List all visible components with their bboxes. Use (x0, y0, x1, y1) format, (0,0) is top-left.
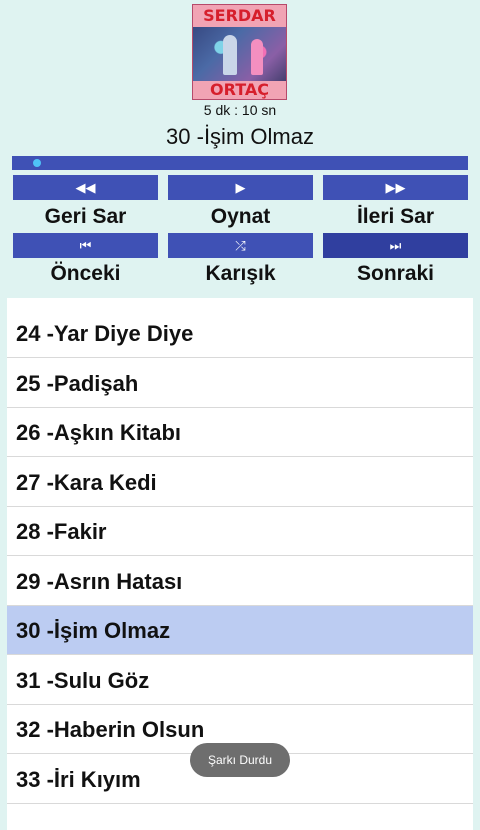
playlist-row[interactable]: 24 -Yar Diye Diye (7, 309, 473, 358)
album-cover: SERDAR ORTAÇ (192, 4, 287, 100)
playlist-row-label: 29 -Asrın Hatası (16, 569, 183, 594)
player-header: SERDAR ORTAÇ 5 dk : 10 sn 30 -İşim Olmaz… (0, 0, 480, 298)
play-icon: ▶ (235, 179, 246, 195)
play-button[interactable]: ▶ (168, 175, 313, 200)
skip-previous-icon: ⏮ (79, 237, 92, 253)
now-playing-title: 30 -İşim Olmaz (166, 124, 314, 149)
playlist-row-label: 26 -Aşkın Kitabı (16, 420, 182, 445)
playlist-row-label: 32 -Haberin Olsun (16, 717, 205, 742)
previous-button[interactable]: ⏮ (13, 233, 158, 258)
playlist-row-label: 31 -Sulu Göz (16, 668, 150, 693)
shuffle-button[interactable]: ⤮ (168, 233, 313, 258)
shuffle-icon: ⤮ (235, 237, 246, 253)
previous-label[interactable]: Önceki (13, 262, 158, 286)
playlist-row-label: 25 -Padişah (16, 371, 139, 396)
fast-forward-icon: ▶▶ (385, 179, 406, 195)
playlist-row[interactable]: 27 -Kara Kedi (7, 458, 473, 507)
playlist-row-label: 33 -İri Kıyım (16, 767, 141, 792)
next-button[interactable]: ⏭ (323, 233, 468, 258)
cover-figure-left (223, 35, 237, 75)
playlist-row-selected[interactable]: 30 -İşim Olmaz (7, 606, 473, 655)
seek-bar[interactable] (12, 156, 468, 170)
playlist-row-label: 28 -Fakir (16, 519, 107, 544)
rewind-icon: ◀◀ (75, 179, 96, 195)
cover-artist-bottom: ORTAÇ (193, 81, 286, 99)
rewind-label[interactable]: Geri Sar (13, 205, 158, 229)
playlist-row-label: 24 -Yar Diye Diye (16, 321, 194, 346)
playlist-row-label: 30 -İşim Olmaz (16, 618, 171, 643)
playlist-row[interactable]: 28 -Fakir (7, 507, 473, 556)
fast-forward-button[interactable]: ▶▶ (323, 175, 468, 200)
next-label[interactable]: Sonraki (323, 262, 468, 286)
playlist-row[interactable]: 29 -Asrın Hatası (7, 557, 473, 606)
shuffle-label[interactable]: Karışık (168, 262, 313, 286)
seek-thumb[interactable] (33, 159, 41, 167)
play-label[interactable]: Oynat (168, 205, 313, 229)
playlist-row[interactable]: 26 -Aşkın Kitabı (7, 408, 473, 457)
playlist-row[interactable]: 31 -Sulu Göz (7, 656, 473, 705)
rewind-button[interactable]: ◀◀ (13, 175, 158, 200)
cover-artist-top: SERDAR (193, 5, 286, 27)
toast-message: Şarkı Durdu (190, 743, 290, 777)
playlist-row[interactable]: 25 -Padişah (7, 359, 473, 408)
cover-figure-right (251, 39, 263, 75)
playlist-row-label: 27 -Kara Kedi (16, 470, 157, 495)
track-duration: 5 dk : 10 sn (203, 102, 277, 118)
fast-forward-label[interactable]: İleri Sar (323, 205, 468, 229)
skip-next-icon: ⏭ (389, 237, 402, 253)
